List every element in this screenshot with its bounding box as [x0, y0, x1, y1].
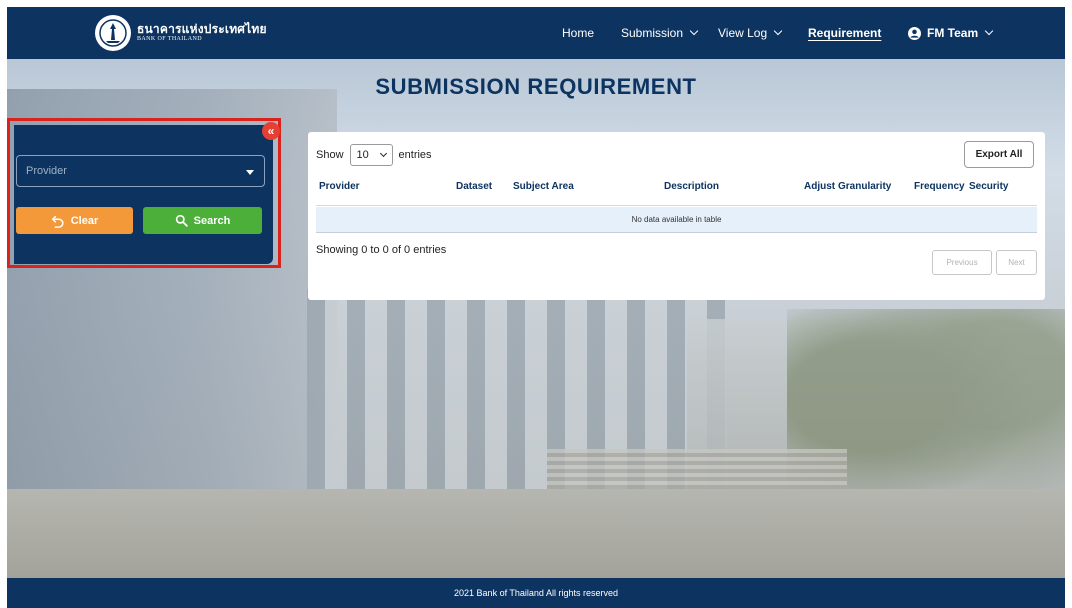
- page-title: SUBMISSION REQUIREMENT: [375, 74, 697, 99]
- column-header-dataset[interactable]: Dataset: [456, 181, 492, 192]
- caret-down-icon: [246, 170, 254, 175]
- nav-requirement-label: Requirement: [808, 26, 882, 40]
- nav-submission[interactable]: Submission: [621, 7, 699, 59]
- column-header-provider[interactable]: Provider: [319, 181, 360, 192]
- requirement-table-panel: Show 10 entries Export All Provider Data…: [308, 132, 1045, 300]
- entries-length-control: Show 10 entries: [316, 144, 432, 166]
- clear-button[interactable]: Clear: [16, 207, 133, 234]
- nav-home[interactable]: Home: [562, 7, 594, 59]
- nav-team-label: FM Team: [927, 26, 979, 40]
- entries-value: 10: [356, 149, 369, 161]
- column-header-security[interactable]: Security: [969, 181, 1008, 192]
- chevron-down-icon: [773, 26, 783, 36]
- pagination-previous-button[interactable]: Previous: [932, 250, 992, 275]
- nav-user-menu[interactable]: FM Team: [908, 7, 994, 59]
- undo-icon: [51, 215, 64, 228]
- table-header: Provider Dataset Subject Area Descriptio…: [316, 181, 1037, 207]
- user-circle-icon: [908, 26, 921, 40]
- nav-submission-label: Submission: [621, 26, 684, 40]
- search-icon: [175, 214, 188, 227]
- nav-home-label: Home: [562, 26, 595, 40]
- filter-highlight: « Provider Clear Search: [7, 118, 281, 268]
- brand[interactable]: ธนาคารแห่งประเทศไทย BANK OF THAILAND: [95, 15, 267, 51]
- column-header-description[interactable]: Description: [664, 181, 719, 192]
- entries-select[interactable]: 10: [349, 144, 393, 166]
- chevron-down-icon: [984, 26, 994, 36]
- column-header-granularity[interactable]: Granularity: [838, 181, 891, 192]
- chevron-down-icon: [689, 26, 699, 36]
- bank-emblem-icon: [95, 15, 131, 51]
- filter-panel: « Provider Clear Search: [14, 122, 280, 264]
- nav-view-log[interactable]: View Log: [718, 7, 783, 59]
- pagination-next-button[interactable]: Next: [996, 250, 1037, 275]
- provider-select[interactable]: Provider: [16, 155, 265, 187]
- chevron-down-icon: [379, 149, 387, 158]
- brand-text: ธนาคารแห่งประเทศไทย BANK OF THAILAND: [137, 22, 267, 43]
- search-button-label: Search: [193, 214, 231, 227]
- export-all-button[interactable]: Export All: [964, 141, 1034, 168]
- table-empty-row: No data available in table: [316, 207, 1037, 232]
- provider-placeholder: Provider: [26, 165, 67, 177]
- nav-requirement[interactable]: Requirement: [808, 7, 881, 59]
- top-navbar: ธนาคารแห่งประเทศไทย BANK OF THAILAND Hom…: [7, 7, 1065, 59]
- column-header-adjust[interactable]: Adjust: [804, 181, 835, 192]
- entries-label: entries: [398, 149, 432, 161]
- plaza: [7, 489, 1065, 578]
- nav-view-log-label: View Log: [718, 26, 768, 40]
- footer-copyright: 2021 Bank of Thailand All rights reserve…: [454, 588, 618, 598]
- table-info: Showing 0 to 0 of 0 entries: [316, 244, 447, 256]
- header-divider: [316, 205, 1037, 206]
- footer: 2021 Bank of Thailand All rights reserve…: [7, 578, 1065, 608]
- brand-name-th: ธนาคารแห่งประเทศไทย: [137, 22, 267, 37]
- row-divider: [316, 232, 1037, 233]
- column-header-frequency[interactable]: Frequency: [914, 181, 965, 192]
- brand-name-en: BANK OF THAILAND: [137, 36, 202, 43]
- show-label: Show: [316, 149, 344, 161]
- clear-button-label: Clear: [70, 214, 99, 227]
- double-chevron-left-icon[interactable]: «: [262, 122, 280, 140]
- column-header-subject-area[interactable]: Subject Area: [513, 181, 574, 192]
- search-button[interactable]: Search: [143, 207, 262, 234]
